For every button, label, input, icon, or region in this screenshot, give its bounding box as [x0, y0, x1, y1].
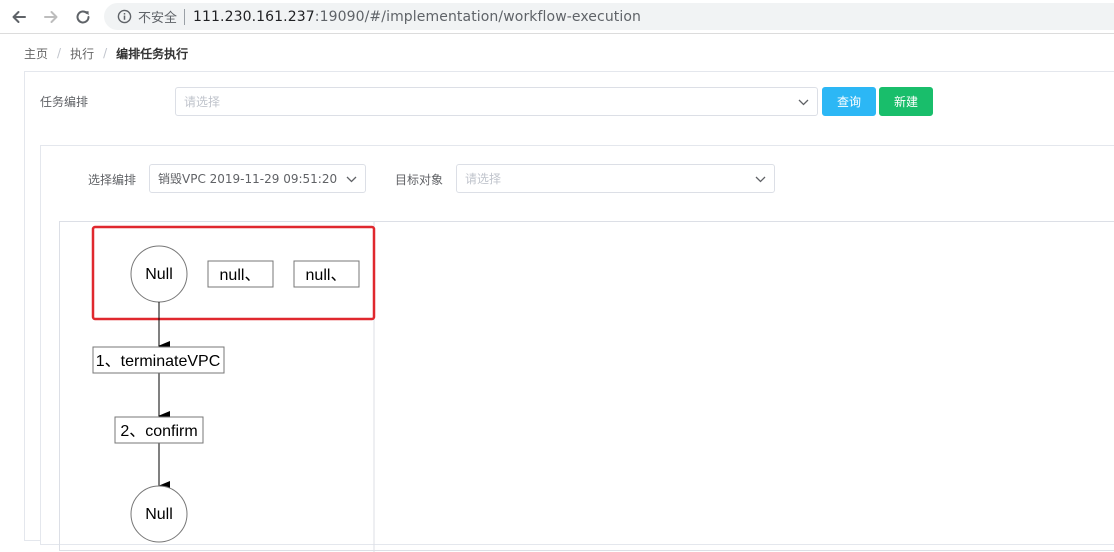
forward-button[interactable]: [40, 6, 62, 28]
breadcrumb-separator: /: [103, 46, 108, 60]
query-button[interactable]: 查询: [822, 87, 876, 116]
security-status: 不安全: [138, 11, 178, 26]
reload-icon: [76, 10, 90, 24]
arrow-left-icon: [12, 11, 26, 23]
start-node[interactable]: Null: [130, 245, 188, 303]
info-icon[interactable]: [116, 9, 132, 25]
url-divider: [184, 8, 186, 25]
breadcrumb: 主页 / 执行 / 编排任务执行: [24, 44, 188, 62]
main-card: 任务编排 请选择 查询 新建 选择编排 销毁VPC 2019-11-29 09:…: [24, 71, 1114, 552]
target-label: 目标对象: [395, 173, 444, 187]
new-button[interactable]: 新建: [879, 87, 933, 116]
end-node-label: Null: [145, 506, 173, 523]
breadcrumb-current: 编排任务执行: [116, 46, 189, 61]
browser-toolbar: 不安全 111.230.161.237:19090/#/implementati…: [0, 0, 1114, 34]
null-node[interactable]: null、: [207, 260, 274, 288]
start-node-label: Null: [145, 266, 173, 283]
url-path: :19090/#/implementation/workflow-executi…: [314, 8, 642, 25]
task-select-placeholder: 请选择: [184, 95, 221, 109]
workflow-label: 选择编排: [88, 173, 137, 187]
workflow-select[interactable]: 销毁VPC 2019-11-29 09:51:20: [149, 164, 366, 193]
chevron-down-icon: [797, 96, 809, 108]
null-node[interactable]: null、: [293, 260, 360, 288]
workflow-diagram: Null null、 null、 1、terminateVPC 2、confir…: [59, 221, 1114, 552]
breadcrumb-home[interactable]: 主页: [24, 45, 48, 62]
back-button[interactable]: [8, 6, 30, 28]
breadcrumb-execute[interactable]: 执行: [70, 45, 94, 62]
url-text[interactable]: 111.230.161.237:19090/#/implementation/w…: [193, 9, 641, 25]
execution-panel: 选择编排 销毁VPC 2019-11-29 09:51:20 目标对象 请选择: [40, 145, 1114, 552]
null-node-label: null、: [306, 267, 347, 284]
null-node-label: null、: [220, 267, 261, 284]
end-node[interactable]: Null: [130, 485, 188, 543]
step-node[interactable]: 1、terminateVPC: [92, 346, 225, 374]
breadcrumb-separator: /: [57, 46, 62, 60]
chevron-down-icon: [345, 173, 357, 185]
chevron-down-icon: [754, 173, 766, 185]
workflow-select-value: 销毁VPC 2019-11-29 09:51:20: [158, 172, 338, 186]
step-node[interactable]: 2、confirm: [114, 416, 204, 444]
address-bar[interactable]: 不安全 111.230.161.237:19090/#/implementati…: [104, 3, 1114, 30]
step-node-label: 1、terminateVPC: [96, 353, 221, 370]
url-host: 111.230.161.237: [193, 8, 315, 25]
target-select-placeholder: 请选择: [465, 172, 502, 186]
task-select[interactable]: 请选择: [175, 87, 818, 116]
reload-button[interactable]: [72, 6, 94, 28]
workflow-graph: Null null、 null、 1、terminateVPC 2、confir…: [91, 222, 376, 552]
target-select[interactable]: 请选择: [456, 164, 775, 193]
task-label: 任务编排: [40, 95, 89, 109]
arrow-right-icon: [44, 11, 58, 23]
step-node-label: 2、confirm: [120, 423, 197, 440]
